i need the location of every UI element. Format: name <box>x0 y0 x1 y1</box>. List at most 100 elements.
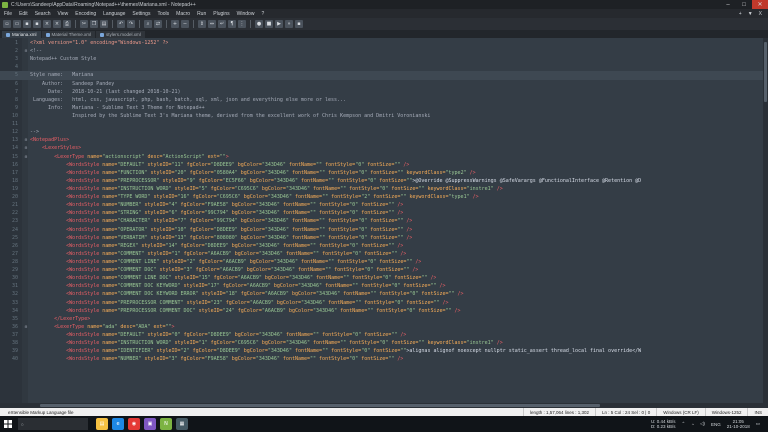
fold-marker-icon[interactable] <box>22 185 30 193</box>
code-line[interactable]: 33 <WordsStyle name="PREPROCESSOR COMMEN… <box>0 299 768 307</box>
code-line[interactable]: 39 <WordsStyle name="IDENTIFIER" styleID… <box>0 347 768 355</box>
maximize-button[interactable]: □ <box>736 0 752 9</box>
fold-marker-icon[interactable] <box>22 331 30 339</box>
file-explorer-icon[interactable]: ▤ <box>96 418 108 430</box>
code-line[interactable]: 13 ⊟ <NotepadPlus> <box>0 136 768 144</box>
close-all-icon[interactable]: × <box>53 20 61 28</box>
fold-marker-icon[interactable] <box>22 290 30 298</box>
find-icon[interactable]: ⌕ <box>144 20 152 28</box>
code-line[interactable]: 14 ⊟ <LexerStyles> <box>0 144 768 152</box>
code-line[interactable]: 6 Author: Sandeep Pandey <box>0 80 768 88</box>
code-line[interactable]: 17 <WordsStyle name="FUNCTION" styleID="… <box>0 169 768 177</box>
code-line[interactable]: 19 <WordsStyle name="INSTRUCTION WORD" s… <box>0 185 768 193</box>
fold-marker-icon[interactable] <box>22 193 30 201</box>
play-macro-icon[interactable]: ▶ <box>275 20 283 28</box>
code-line[interactable]: 18 <WordsStyle name="PREPROCESSOR" style… <box>0 177 768 185</box>
fold-marker-icon[interactable] <box>22 250 30 258</box>
fold-marker-icon[interactable] <box>22 282 30 290</box>
close-document-icon[interactable]: X <box>759 11 762 17</box>
code-editor[interactable]: 1 <?xml version="1.0" encoding="Windows-1… <box>0 38 768 403</box>
photos-icon[interactable]: ▣ <box>144 418 156 430</box>
code-line[interactable]: 20 <WordsStyle name="TYPE WORD" styleID=… <box>0 193 768 201</box>
code-line[interactable]: 1 <?xml version="1.0" encoding="Windows-1… <box>0 39 768 47</box>
menu-tools[interactable]: Tools <box>157 11 169 17</box>
fold-marker-icon[interactable]: ⊟ <box>22 153 30 161</box>
show-all-chars-icon[interactable]: ¶ <box>228 20 236 28</box>
fold-marker-icon[interactable] <box>22 226 30 234</box>
fold-marker-icon[interactable]: ⊟ <box>22 47 30 55</box>
code-line[interactable]: 4 <box>0 63 768 71</box>
redo-icon[interactable]: ↷ <box>127 20 135 28</box>
cut-icon[interactable]: ✂ <box>80 20 88 28</box>
menu-run[interactable]: Run <box>197 11 206 17</box>
menu-settings[interactable]: Settings <box>132 11 150 17</box>
fold-marker-icon[interactable] <box>22 128 30 136</box>
code-line[interactable]: 40 <WordsStyle name="NUMBER" styleID="3"… <box>0 355 768 363</box>
code-line[interactable]: 24 <WordsStyle name="OPERATOR" styleID="… <box>0 226 768 234</box>
code-line[interactable]: 28 <WordsStyle name="COMMENT LINE" style… <box>0 258 768 266</box>
minimize-button[interactable]: – <box>720 0 736 9</box>
new-tab-plus-icon[interactable]: + <box>739 11 742 17</box>
menu-view[interactable]: View <box>58 11 69 17</box>
fold-marker-icon[interactable] <box>22 266 30 274</box>
save-macro-icon[interactable]: ▪ <box>295 20 303 28</box>
code-line[interactable]: 25 <WordsStyle name="VERBATIM" styleID="… <box>0 234 768 242</box>
code-line[interactable]: 16 <WordsStyle name="DEFAULT" styleID="1… <box>0 161 768 169</box>
print-icon[interactable]: ⎙ <box>63 20 71 28</box>
code-line[interactable]: 37 <WordsStyle name="DEFAULT" styleID="0… <box>0 331 768 339</box>
fold-marker-icon[interactable] <box>22 96 30 104</box>
fold-marker-icon[interactable] <box>22 112 30 120</box>
chrome-icon[interactable]: ◉ <box>128 418 140 430</box>
fold-marker-icon[interactable]: ⊟ <box>22 136 30 144</box>
fold-marker-icon[interactable] <box>22 80 30 88</box>
menu-plugins[interactable]: Plugins <box>213 11 229 17</box>
notepadpp-icon[interactable]: N <box>160 418 172 430</box>
code-line[interactable]: 2 ⊟ <!-- <box>0 47 768 55</box>
close-file-icon[interactable]: × <box>43 20 51 28</box>
fold-marker-icon[interactable] <box>22 242 30 250</box>
indent-guide-icon[interactable]: ⋮ <box>238 20 246 28</box>
fold-marker-icon[interactable] <box>22 217 30 225</box>
fold-marker-icon[interactable]: ⊟ <box>22 323 30 331</box>
store-icon[interactable]: ▦ <box>176 418 188 430</box>
fold-marker-icon[interactable] <box>22 299 30 307</box>
code-line[interactable]: 10 Inspired by the Sublime Text 3's Mari… <box>0 112 768 120</box>
fold-marker-icon[interactable] <box>22 177 30 185</box>
code-line[interactable]: 3 Notepad++ Custom Style <box>0 55 768 63</box>
sync-scroll-v-icon[interactable]: ⇕ <box>198 20 206 28</box>
code-line[interactable]: 31 <WordsStyle name="COMMENT DOC KEYWORD… <box>0 282 768 290</box>
code-line[interactable]: 15 ⊟ <LexerType name="actionscript" desc=… <box>0 153 768 161</box>
fold-marker-icon[interactable] <box>22 234 30 242</box>
fold-marker-icon[interactable] <box>22 315 30 323</box>
menu-edit[interactable]: Edit <box>19 11 28 17</box>
zoom-out-icon[interactable]: − <box>181 20 189 28</box>
fold-marker-icon[interactable] <box>22 307 30 315</box>
code-line[interactable]: 26 <WordsStyle name="REGEX" styleID="14"… <box>0 242 768 250</box>
code-line[interactable]: 30 <WordsStyle name="COMMENT LINE DOC" s… <box>0 274 768 282</box>
chevron-up-icon[interactable]: ⌃ <box>681 421 685 427</box>
menu-macro[interactable]: Macro <box>176 11 190 17</box>
code-line[interactable]: 32 <WordsStyle name="COMMENT DOC KEYWORD… <box>0 290 768 298</box>
fold-marker-icon[interactable] <box>22 120 30 128</box>
code-line[interactable]: 29 <WordsStyle name="COMMENT DOC" styleI… <box>0 266 768 274</box>
system-clock[interactable]: 21:05 21-10-2018 <box>727 419 750 430</box>
code-line[interactable]: 9 Info: Mariana - Sublime Text 3 Theme f… <box>0 104 768 112</box>
fold-marker-icon[interactable] <box>22 104 30 112</box>
new-file-icon[interactable]: ▫ <box>3 20 11 28</box>
fold-marker-icon[interactable]: ⊟ <box>22 144 30 152</box>
wifi-icon[interactable]: ◔ <box>691 422 694 427</box>
fold-marker-icon[interactable] <box>22 274 30 282</box>
code-line[interactable]: 22 <WordsStyle name="STRING" styleID="6"… <box>0 209 768 217</box>
fold-marker-icon[interactable] <box>22 63 30 71</box>
tab-mariana[interactable]: Mariana.xml <box>2 31 41 38</box>
fold-marker-icon[interactable] <box>22 71 30 79</box>
zoom-in-icon[interactable]: + <box>171 20 179 28</box>
code-line[interactable]: 11 <box>0 120 768 128</box>
horizontal-scroll-thumb[interactable] <box>40 404 600 407</box>
volume-icon[interactable]: ◁) <box>700 421 705 427</box>
code-line[interactable]: 38 <WordsStyle name="INSTRUCTION WORD" s… <box>0 339 768 347</box>
fold-marker-icon[interactable] <box>22 201 30 209</box>
edge-icon[interactable]: e <box>112 418 124 430</box>
tab-stylers-model[interactable]: stylers.model.xml <box>95 31 145 38</box>
paste-icon[interactable]: ▤ <box>100 20 108 28</box>
